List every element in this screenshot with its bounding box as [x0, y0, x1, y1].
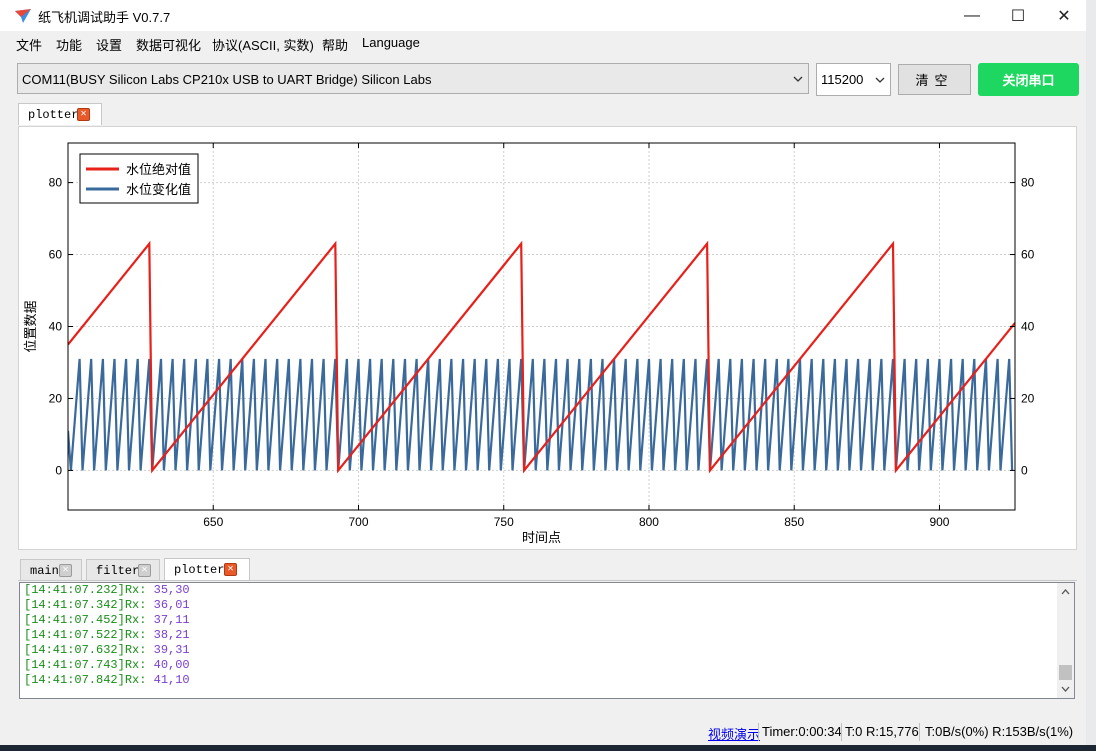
- y-tick-label: 80: [49, 176, 63, 190]
- log-value: 36,01: [146, 598, 190, 612]
- serial-port-select[interactable]: COM11(BUSY Silicon Labs CP210x USB to UA…: [17, 63, 809, 94]
- maximize-button[interactable]: ☐: [995, 0, 1041, 31]
- chevron-down-icon[interactable]: [1059, 683, 1072, 695]
- minimize-button[interactable]: —: [949, 0, 995, 31]
- log-lines: [14:41:07.232]Rx: 35,30 [14:41:07.342]Rx:…: [24, 583, 190, 688]
- menu-file[interactable]: 文件: [16, 35, 42, 54]
- close-tab-icon[interactable]: ✕: [77, 108, 90, 121]
- menu-bar: 文件 功能 设置 数据可视化 协议(ASCII, 实数) 帮助 Language: [0, 31, 1086, 55]
- log-value: 40,00: [146, 658, 190, 672]
- log-line: [14:41:07.522]Rx: 38,21: [24, 628, 190, 643]
- chevron-up-icon[interactable]: [1059, 586, 1072, 598]
- y-tick-label-right: 80: [1021, 176, 1035, 190]
- count-status: T:0 R:15,776: [845, 724, 919, 739]
- tab-plotter[interactable]: plotter ✕: [164, 558, 250, 580]
- x-tick-label: 700: [348, 515, 368, 529]
- menu-help[interactable]: 帮助: [322, 35, 348, 54]
- x-tick-label: 900: [929, 515, 949, 529]
- desktop-taskbar-edge: [0, 745, 1096, 751]
- video-demo-link[interactable]: 视频演示: [708, 724, 760, 743]
- log-line: [14:41:07.342]Rx: 36,01: [24, 598, 190, 613]
- log-value: 39,31: [146, 643, 190, 657]
- tab-label: plotter: [174, 563, 225, 577]
- status-bar: 视频演示 Timer:0:00:34 T:0 R:15,776 T:0B/s(0…: [0, 720, 1086, 745]
- status-divider: [758, 723, 759, 741]
- x-tick-label: 800: [639, 515, 659, 529]
- y-tick-label-right: 40: [1021, 320, 1035, 334]
- log-timestamp: [14:41:07.342]Rx:: [24, 598, 147, 612]
- close-port-button[interactable]: 关闭串口: [978, 63, 1079, 96]
- log-line: [14:41:07.632]Rx: 39,31: [24, 643, 190, 658]
- y-axis-label: 位置数据: [23, 300, 38, 352]
- plot-panel: 650 700 750 800 850 900 0 0 20 20 40 40 60 60 80 80 时间点 位…: [18, 126, 1077, 550]
- log-timestamp: [14:41:07.452]Rx:: [24, 613, 147, 627]
- log-value: 37,11: [146, 613, 190, 627]
- log-timestamp: [14:41:07.232]Rx:: [24, 583, 147, 597]
- legend-entry: 水位绝对值: [126, 162, 191, 177]
- status-divider: [841, 723, 842, 741]
- window-title: 纸飞机调试助手 V0.7.7: [38, 10, 171, 25]
- background-window-edge: [1086, 0, 1096, 751]
- x-axis-label: 时间点: [522, 530, 561, 545]
- legend-entry: 水位变化值: [126, 182, 191, 197]
- log-value: 35,30: [146, 583, 190, 597]
- log-timestamp: [14:41:07.842]Rx:: [24, 673, 147, 687]
- chevron-down-icon: [875, 77, 885, 83]
- tab-label: filter: [96, 564, 140, 578]
- tab-label: main: [30, 564, 59, 578]
- receive-log[interactable]: [14:41:07.232]Rx: 35,30 [14:41:07.342]Rx:…: [19, 582, 1075, 699]
- close-tab-icon[interactable]: ✕: [224, 563, 237, 576]
- tab-bar-divider: [18, 580, 1077, 581]
- x-tick-label: 750: [494, 515, 514, 529]
- menu-language[interactable]: Language: [362, 35, 420, 50]
- menu-protocol[interactable]: 协议(ASCII, 实数): [212, 35, 314, 54]
- y-tick-label-right: 60: [1021, 248, 1035, 262]
- status-divider: [919, 723, 920, 741]
- baud-rate-select[interactable]: 115200: [816, 63, 891, 96]
- log-timestamp: [14:41:07.743]Rx:: [24, 658, 147, 672]
- log-timestamp: [14:41:07.522]Rx:: [24, 628, 147, 642]
- log-timestamp: [14:41:07.632]Rx:: [24, 643, 147, 657]
- tab-filter[interactable]: filter ✕: [86, 559, 160, 581]
- baud-rate-value: 115200: [821, 72, 864, 87]
- y-tick-label: 60: [49, 248, 63, 262]
- log-line: [14:41:07.743]Rx: 40,00: [24, 658, 190, 673]
- close-window-button[interactable]: ✕: [1041, 0, 1086, 31]
- serial-port-value: COM11(BUSY Silicon Labs CP210x USB to UA…: [22, 72, 432, 87]
- clear-button[interactable]: 清空: [898, 64, 971, 95]
- log-value: 38,21: [146, 628, 190, 642]
- close-tab-icon[interactable]: ✕: [59, 564, 72, 577]
- tab-main[interactable]: main ✕: [20, 559, 82, 581]
- scrollbar-thumb[interactable]: [1059, 665, 1072, 680]
- log-line: [14:41:07.232]Rx: 35,30: [24, 583, 190, 598]
- y-tick-label-right: 20: [1021, 391, 1035, 405]
- y-tick-label-right: 0: [1021, 463, 1028, 477]
- y-tick-label: 0: [55, 463, 62, 477]
- log-scrollbar[interactable]: [1057, 583, 1074, 698]
- rate-status: T:0B/s(0%) R:153B/s(1%): [925, 724, 1074, 739]
- tab-label: plotter: [28, 108, 79, 122]
- log-value: 41,10: [146, 673, 190, 687]
- y-tick-label: 40: [49, 320, 63, 334]
- x-tick-label: 650: [203, 515, 223, 529]
- chevron-down-icon: [793, 76, 803, 82]
- menu-visualization[interactable]: 数据可视化: [136, 35, 201, 54]
- menu-function[interactable]: 功能: [56, 35, 82, 54]
- line-chart: 650 700 750 800 850 900 0 0 20 20 40 40 60 60 80 80 时间点 位…: [23, 142, 1035, 545]
- timer-status: Timer:0:00:34: [762, 724, 842, 739]
- y-tick-label: 20: [49, 391, 63, 405]
- app-window: 纸飞机调试助手 V0.7.7 — ☐ ✕ 文件 功能 设置 数据可视化 协议(A…: [0, 0, 1086, 745]
- menu-settings[interactable]: 设置: [96, 35, 122, 54]
- tab-plotter-top[interactable]: plotter ✕: [18, 103, 102, 125]
- close-tab-icon[interactable]: ✕: [138, 564, 151, 577]
- x-tick-label: 850: [784, 515, 804, 529]
- title-bar: 纸飞机调试助手 V0.7.7 — ☐ ✕: [0, 0, 1086, 31]
- log-line: [14:41:07.842]Rx: 41,10: [24, 673, 190, 688]
- log-line: [14:41:07.452]Rx: 37,11: [24, 613, 190, 628]
- paper-plane-icon: [15, 9, 31, 23]
- series-line-water-change: [68, 358, 1014, 471]
